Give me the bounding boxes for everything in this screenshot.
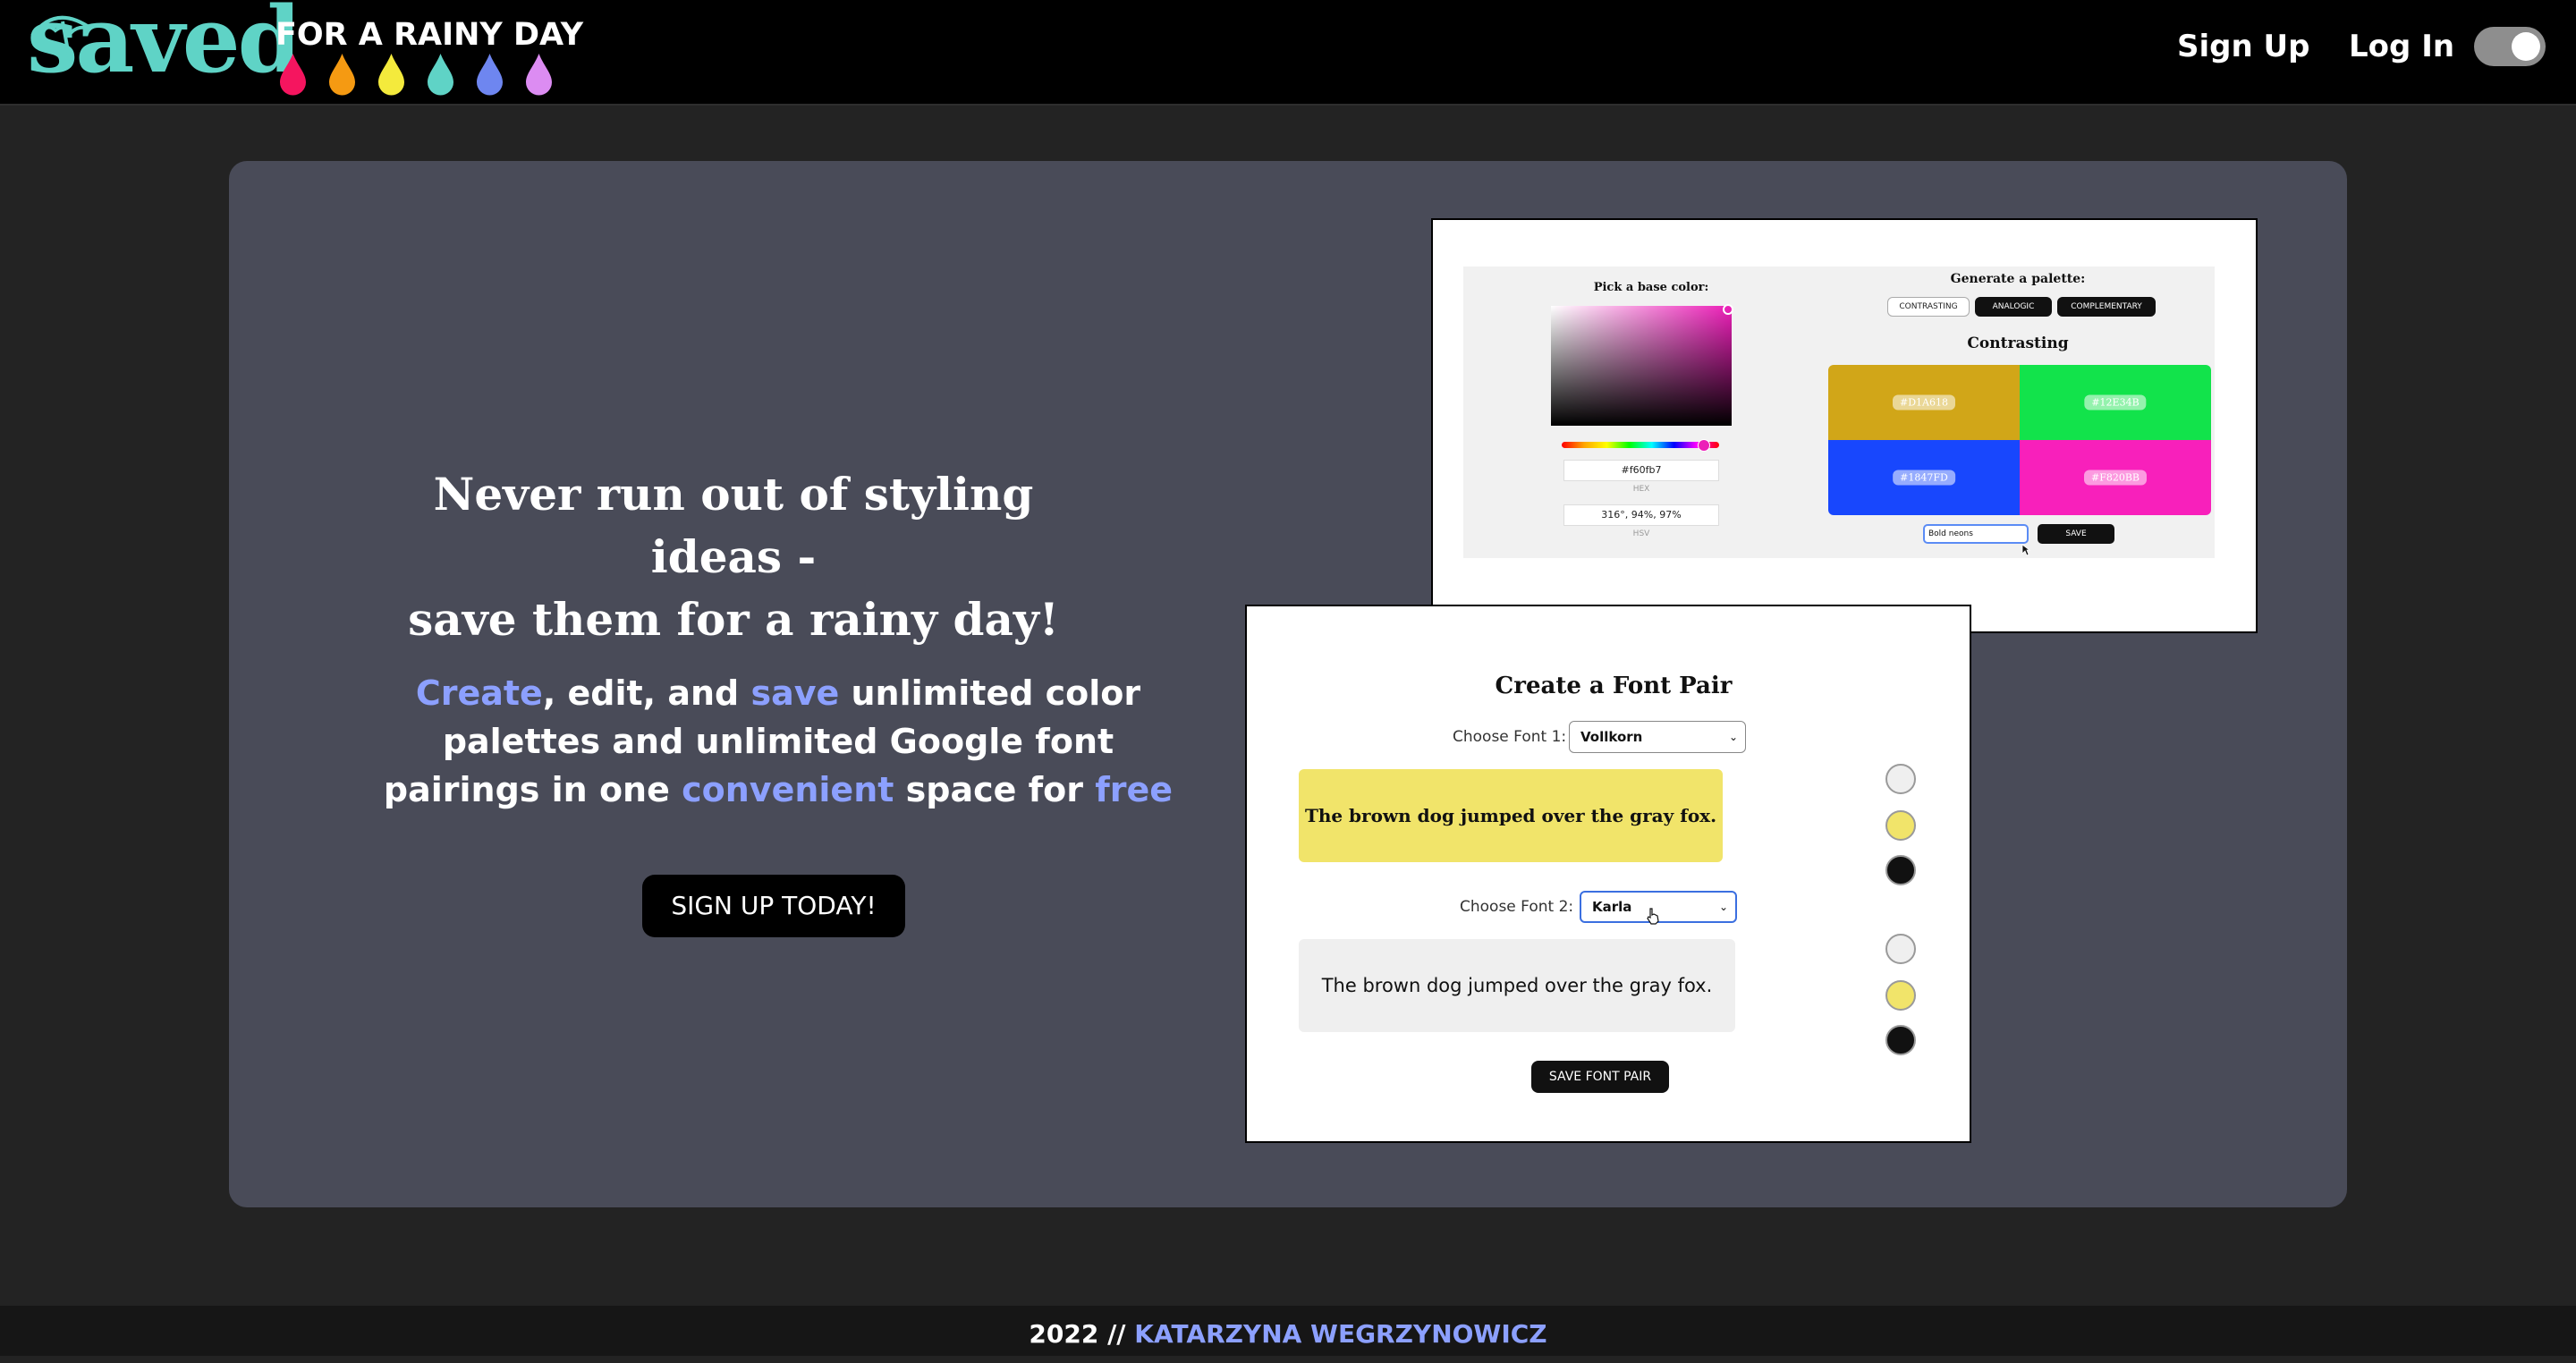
palette-type-title: Contrasting bbox=[1967, 334, 2069, 352]
body-text-1: , edit, and bbox=[542, 673, 751, 713]
color-dot bbox=[1885, 855, 1916, 885]
font-pair-screenshot: Create a Font Pair Choose Font 1: Vollko… bbox=[1245, 605, 1971, 1143]
pick-base-color-label: Pick a base color: bbox=[1593, 281, 1709, 294]
palette-generator-screenshot: Pick a base color: #f60fb7 HEX 316°, 94%… bbox=[1431, 218, 2258, 633]
hue-slider-knob bbox=[1698, 439, 1710, 452]
font-1-preview: The brown dog jumped over the gray fox. bbox=[1299, 769, 1723, 862]
raindrop-icon bbox=[526, 54, 552, 96]
color-dot bbox=[1885, 764, 1916, 794]
analogic-button: ANALOGIC bbox=[1975, 297, 2052, 317]
footer-author-link[interactable]: KATARZYNA WEGRZYNOWICZ bbox=[1134, 1319, 1546, 1349]
top-navbar: saved FOR A RAINY DAY Sign Up Log In bbox=[0, 0, 2576, 106]
hue-slider bbox=[1562, 439, 1719, 452]
font-1-label: Choose Font 1: bbox=[1453, 728, 1567, 746]
font-2-label: Choose Font 2: bbox=[1460, 898, 1574, 916]
raindrop-icon bbox=[280, 54, 306, 96]
font-1-select: Vollkorn ⌄ bbox=[1569, 721, 1746, 753]
chevron-down-icon: ⌄ bbox=[1718, 901, 1728, 913]
contrasting-button: CONTRASTING bbox=[1887, 297, 1970, 317]
hero-card: Never run out of styling ideas - save th… bbox=[229, 161, 2347, 1207]
complementary-button: COMPLEMENTARY bbox=[2057, 297, 2156, 317]
theme-toggle[interactable] bbox=[2474, 27, 2546, 66]
color-picker-field bbox=[1551, 304, 1733, 426]
swatch-hex: #D1A618 bbox=[1893, 394, 1955, 411]
toggle-knob bbox=[2512, 32, 2540, 61]
swatch-hex: #12E34B bbox=[2084, 394, 2147, 411]
swatch-hex: #1847FD bbox=[1893, 470, 1955, 486]
color-dot bbox=[1885, 980, 1916, 1011]
hero-title-line-1: Never run out of styling ideas - bbox=[433, 468, 1034, 583]
hero-description: Create, edit, and save unlimited color p… bbox=[363, 669, 1193, 814]
site-footer: 2022 // KATARZYNA WEGRZYNOWICZ bbox=[0, 1306, 2576, 1356]
hsv-caption: HSV bbox=[1632, 529, 1650, 538]
highlight-free: free bbox=[1095, 770, 1174, 809]
body-text-3: space for bbox=[894, 770, 1096, 809]
logo-tagline: FOR A RAINY DAY bbox=[275, 17, 584, 53]
color-dot bbox=[1885, 810, 1916, 841]
highlight-create: Create bbox=[415, 673, 543, 713]
raindrop-icon bbox=[477, 54, 503, 96]
highlight-save: save bbox=[750, 673, 840, 713]
font-2-value: Karla bbox=[1592, 899, 1632, 915]
hero-title: Never run out of styling ideas - save th… bbox=[390, 463, 1077, 651]
palette-name-input: Bold neons bbox=[1923, 524, 2029, 544]
hero-title-line-2: save them for a rainy day! bbox=[408, 593, 1059, 646]
color-pointer bbox=[1723, 304, 1733, 315]
font-1-value: Vollkorn bbox=[1580, 729, 1643, 745]
sign-up-today-button[interactable]: SIGN UP TODAY! bbox=[642, 875, 905, 937]
mouse-cursor-icon bbox=[2021, 544, 2030, 556]
raindrop-icon bbox=[428, 54, 453, 96]
palette-panel: Pick a base color: #f60fb7 HEX 316°, 94%… bbox=[1463, 267, 2215, 558]
swatch-1: #D1A618 bbox=[1828, 365, 2020, 440]
swatch-2: #12E34B bbox=[2020, 365, 2211, 440]
generate-palette-label: Generate a palette: bbox=[1950, 272, 2086, 286]
font-pair-title: Create a Font Pair bbox=[1495, 673, 1733, 699]
highlight-convenient: convenient bbox=[682, 770, 894, 809]
umbrella-icon bbox=[30, 15, 93, 62]
sign-up-link[interactable]: Sign Up bbox=[2177, 27, 2309, 66]
hex-caption: HEX bbox=[1632, 485, 1650, 494]
palette-save-button: SAVE bbox=[2038, 524, 2114, 544]
color-dot bbox=[1885, 934, 1916, 964]
swatch-3: #1847FD bbox=[1828, 440, 2020, 515]
color-dot bbox=[1885, 1025, 1916, 1055]
hsv-value-field: 316°, 94%, 97% bbox=[1563, 504, 1719, 526]
raindrop-row bbox=[277, 52, 555, 97]
chevron-down-icon: ⌄ bbox=[1728, 731, 1738, 743]
raindrop-icon bbox=[329, 54, 355, 96]
swatch-hex: #F820BB bbox=[2083, 470, 2148, 486]
save-font-pair-button: SAVE FONT PAIR bbox=[1531, 1061, 1669, 1093]
log-in-link[interactable]: Log In bbox=[2349, 27, 2454, 66]
swatch-4: #F820BB bbox=[2020, 440, 2211, 515]
font-2-preview: The brown dog jumped over the gray fox. bbox=[1299, 939, 1735, 1032]
palette-swatches: #D1A618 #12E34B #1847FD #F820BB bbox=[1828, 365, 2211, 515]
raindrop-icon bbox=[378, 54, 404, 96]
site-logo[interactable]: saved FOR A RAINY DAY bbox=[27, 0, 584, 100]
footer-year: 2022 // bbox=[1029, 1319, 1126, 1349]
hand-cursor-icon bbox=[1647, 908, 1659, 925]
hex-value-field: #f60fb7 bbox=[1563, 460, 1719, 481]
